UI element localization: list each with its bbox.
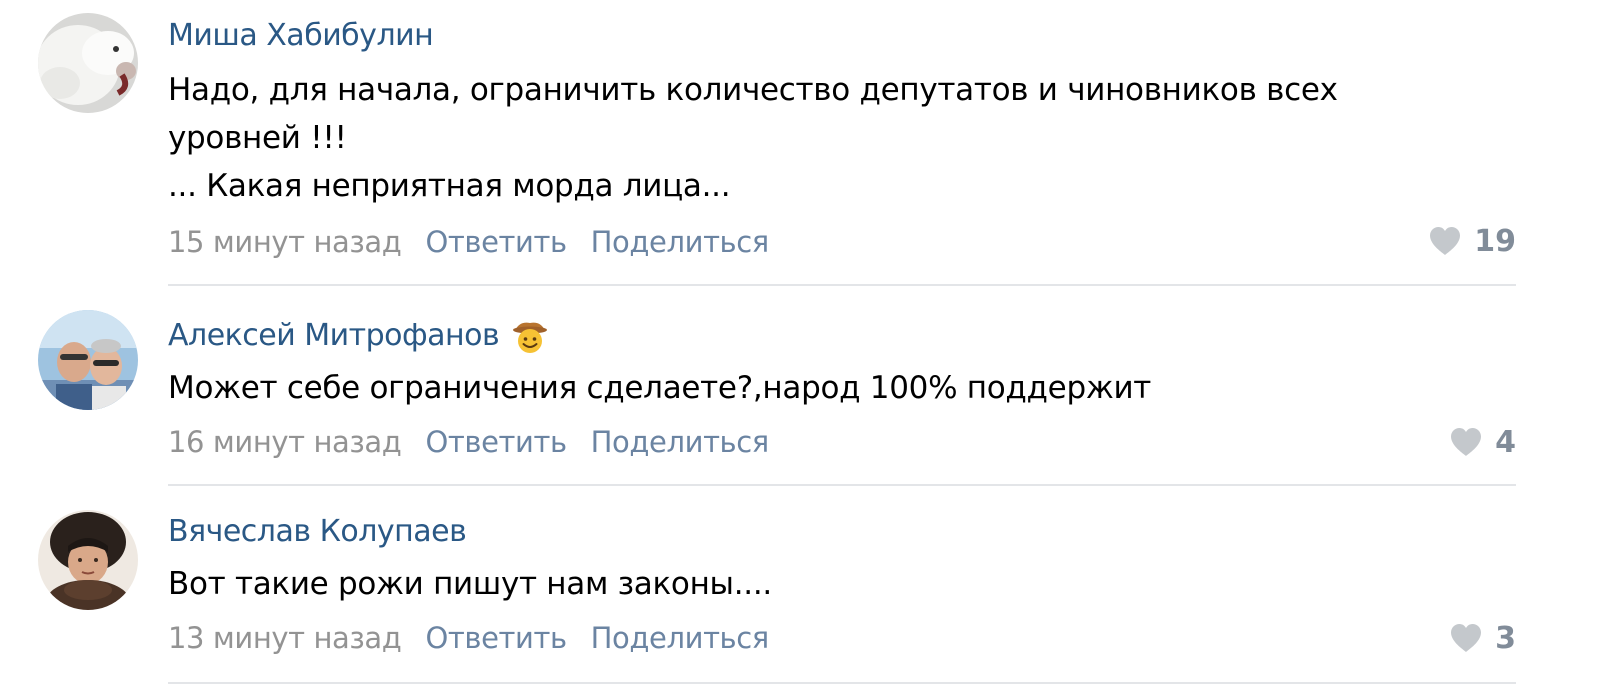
author-name[interactable]: Миша Хабибулин xyxy=(168,16,434,56)
divider xyxy=(168,682,1516,684)
comment-text-line: ... Какая неприятная морда лица... xyxy=(168,168,731,204)
comment-text: Вот такие рожи пишут нам законы.... xyxy=(168,560,1508,608)
comment-text-line: уровней !!! xyxy=(168,120,347,156)
like-button[interactable]: 3 xyxy=(1449,616,1516,660)
like-button[interactable]: 19 xyxy=(1428,219,1516,263)
comment: Вячеслав Колупаев Вот такие рожи пишут н… xyxy=(0,488,1600,698)
avatar[interactable] xyxy=(38,13,138,113)
comment-text-line: Надо, для начала, ограничить количество … xyxy=(168,72,1338,108)
comment-text: Надо, для начала, ограничить количество … xyxy=(168,66,1508,210)
comment-text-line: Может себе ограничения сделаете?,народ 1… xyxy=(168,370,1152,406)
like-count: 19 xyxy=(1474,223,1516,259)
white-dog-avatar-image xyxy=(38,13,138,113)
divider xyxy=(168,484,1516,486)
like-count: 3 xyxy=(1495,620,1516,656)
author-line: Алексей Митрофанов xyxy=(168,316,549,356)
like-count: 4 xyxy=(1495,424,1516,460)
share-button[interactable]: Поделиться xyxy=(591,225,770,259)
reply-button[interactable]: Ответить xyxy=(425,225,567,259)
couple-photo-avatar-image xyxy=(38,310,138,410)
author-line: Миша Хабибулин xyxy=(168,16,434,56)
author-name[interactable]: Алексей Митрофанов xyxy=(168,316,500,356)
comment: Миша Хабибулин Надо, для начала, огранич… xyxy=(0,0,1600,288)
comment-meta: 13 минут назад Ответить Поделиться xyxy=(168,616,769,660)
divider xyxy=(168,284,1516,286)
heart-icon xyxy=(1449,623,1483,653)
comment: Алексей Митрофанов Может себе ограничени… xyxy=(0,288,1600,488)
author-line: Вячеслав Колупаев xyxy=(168,512,467,552)
comments-list: Миша Хабибулин Надо, для начала, огранич… xyxy=(0,0,1600,698)
comment-meta: 16 минут назад Ответить Поделиться xyxy=(168,420,769,464)
heart-icon xyxy=(1449,427,1483,457)
comment-time[interactable]: 13 минут назад xyxy=(168,621,402,655)
comment-time[interactable]: 16 минут назад xyxy=(168,425,402,459)
comment-meta: 15 минут назад Ответить Поделиться xyxy=(168,220,769,264)
person-in-fur-hat-avatar-image xyxy=(38,510,138,610)
comment-text: Может себе ограничения сделаете?,народ 1… xyxy=(168,364,1508,412)
cowboy-face-emoji-icon xyxy=(511,317,549,355)
reply-button[interactable]: Ответить xyxy=(425,621,567,655)
heart-icon xyxy=(1428,226,1462,256)
avatar[interactable] xyxy=(38,510,138,610)
author-name[interactable]: Вячеслав Колупаев xyxy=(168,512,467,552)
share-button[interactable]: Поделиться xyxy=(591,425,770,459)
share-button[interactable]: Поделиться xyxy=(591,621,770,655)
reply-button[interactable]: Ответить xyxy=(425,425,567,459)
comment-time[interactable]: 15 минут назад xyxy=(168,225,402,259)
avatar[interactable] xyxy=(38,310,138,410)
comment-text-line: Вот такие рожи пишут нам законы.... xyxy=(168,566,772,602)
like-button[interactable]: 4 xyxy=(1449,420,1516,464)
